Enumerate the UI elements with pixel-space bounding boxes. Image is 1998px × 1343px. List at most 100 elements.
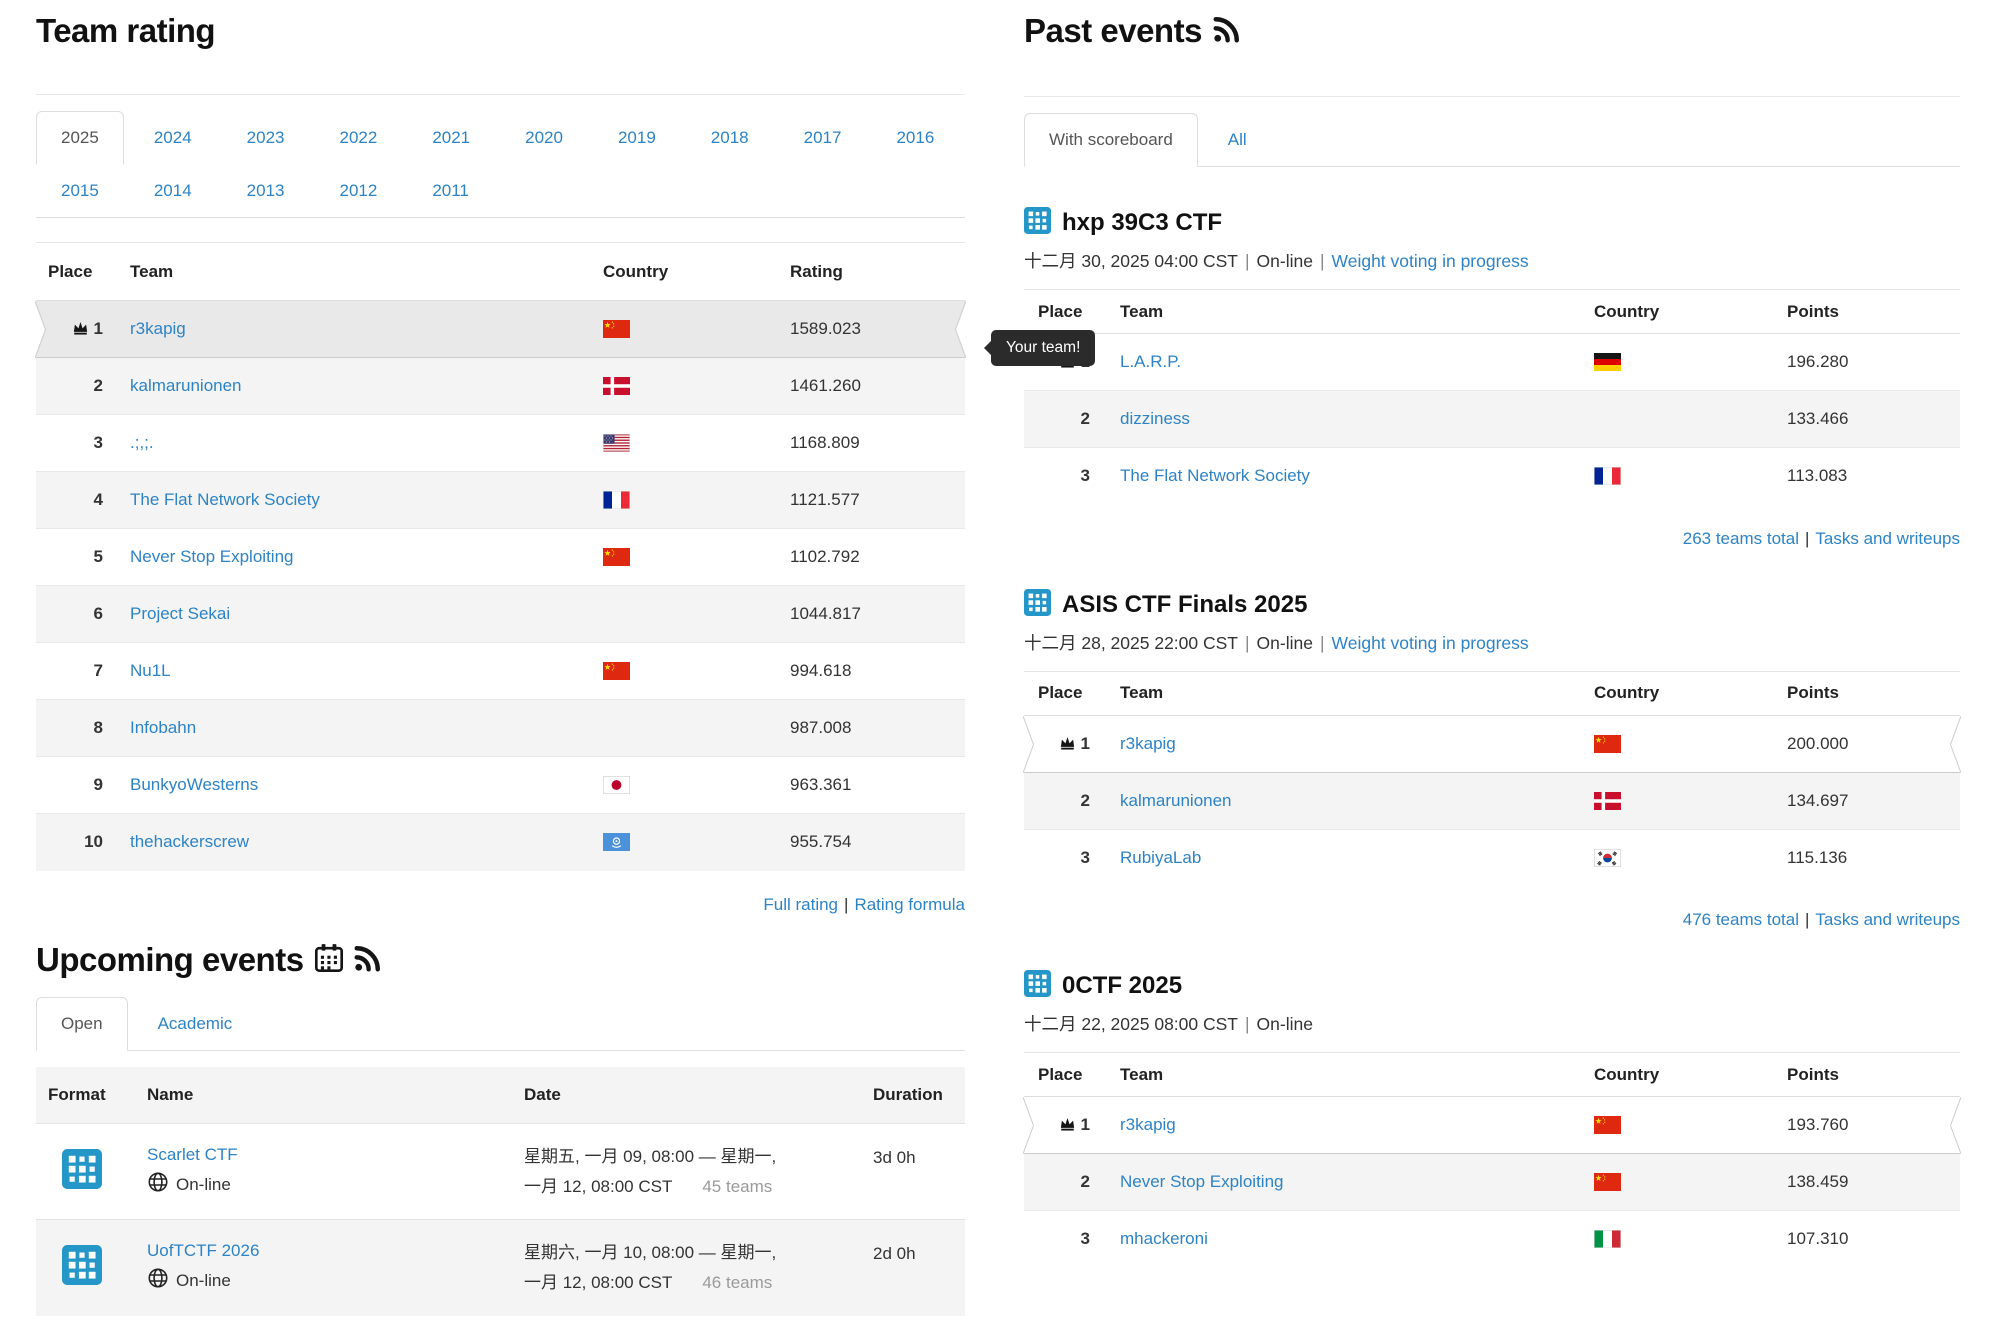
tab-all[interactable]: All — [1203, 113, 1272, 167]
table-row[interactable]: 6 Project Sekai 1044.817 — [36, 586, 965, 643]
table-row[interactable]: 1 r3kapig 1589.023 — [36, 301, 965, 358]
table-row[interactable]: UofTCTF 2026 On-line 星期六, 一月 10, 08:00 —… — [36, 1220, 965, 1316]
event-date: 星期五, 一月 09, 08:00 — 星期一, — [524, 1142, 873, 1172]
team-link[interactable]: The Flat Network Society — [1120, 466, 1310, 485]
col-header-place: Place — [1024, 1053, 1098, 1097]
year-tab-2021[interactable]: 2021 — [407, 111, 495, 165]
table-row[interactable]: 4 The Flat Network Society 1121.577 — [36, 472, 965, 529]
event-title-link[interactable]: ASIS CTF Finals 2025 — [1062, 591, 1307, 619]
globe-icon — [147, 1171, 169, 1198]
team-link[interactable]: thehackerscrew — [130, 832, 249, 851]
year-tab-2013[interactable]: 2013 — [222, 164, 310, 218]
team-link[interactable]: BunkyoWesterns — [130, 775, 258, 794]
col-header-team: Team — [1098, 671, 1588, 715]
event-title-link[interactable]: hxp 39C3 CTF — [1062, 209, 1222, 237]
table-row[interactable]: 2 kalmarunionen 134.697 — [1024, 772, 1960, 829]
country-flag-icon — [1594, 353, 1787, 371]
col-header-rating: Rating — [788, 243, 965, 301]
col-header-team: Team — [1098, 1053, 1588, 1097]
team-link[interactable]: RubiyaLab — [1120, 848, 1201, 867]
year-tab-2019[interactable]: 2019 — [593, 111, 681, 165]
table-row[interactable]: 1 L.A.R.P. 196.280 — [1024, 334, 1960, 391]
table-row[interactable]: Scarlet CTF On-line 星期五, 一月 09, 08:00 — … — [36, 1124, 965, 1220]
table-row[interactable]: 1 r3kapig 193.760 — [1024, 1097, 1960, 1154]
year-tab-2016[interactable]: 2016 — [871, 111, 959, 165]
event-title-link[interactable]: 0CTF 2025 — [1062, 972, 1182, 1000]
team-link[interactable]: Never Stop Exploiting — [1120, 1172, 1283, 1191]
table-row[interactable]: 3 RubiyaLab 115.136 — [1024, 829, 1960, 886]
table-row[interactable]: 3 The Flat Network Society 113.083 — [1024, 448, 1960, 505]
team-link[interactable]: r3kapig — [130, 319, 186, 338]
calendar-icon[interactable] — [314, 943, 344, 981]
weight-voting-link[interactable]: Weight voting in progress — [1332, 633, 1529, 653]
tab-open[interactable]: Open — [36, 997, 128, 1051]
team-link[interactable]: Infobahn — [130, 718, 196, 737]
team-link[interactable]: kalmarunionen — [130, 376, 242, 395]
rating-value: 994.618 — [790, 661, 851, 680]
team-link[interactable]: mhackeroni — [1120, 1229, 1208, 1248]
rss-icon[interactable] — [1212, 14, 1240, 52]
year-tab-2022[interactable]: 2022 — [314, 111, 402, 165]
year-tab-2012[interactable]: 2012 — [314, 164, 402, 218]
year-tab-2015[interactable]: 2015 — [36, 164, 124, 218]
place-number: 1 — [1081, 734, 1090, 754]
team-link[interactable]: kalmarunionen — [1120, 791, 1232, 810]
past-events-label: Past events — [1024, 12, 1202, 49]
rating-value: 963.361 — [790, 775, 851, 794]
table-row[interactable]: 1 r3kapig 200.000 — [1024, 715, 1960, 772]
team-link[interactable]: .;,;. — [130, 433, 154, 452]
team-link[interactable]: Never Stop Exploiting — [130, 547, 293, 566]
table-row[interactable]: 5 Never Stop Exploiting 1102.792 — [36, 529, 965, 586]
event-date: 十二月 30, 2025 04:00 CST — [1024, 251, 1238, 271]
country-flag-icon — [1594, 1230, 1787, 1248]
table-row[interactable]: 3 mhackeroni 107.310 — [1024, 1211, 1960, 1268]
place-number: 2 — [1081, 409, 1090, 429]
table-row[interactable]: 3 .;,;. 1168.809 — [36, 415, 965, 472]
points-value: 196.280 — [1787, 352, 1848, 371]
event-link[interactable]: Scarlet CTF — [147, 1145, 238, 1164]
rating-formula-link[interactable]: Rating formula — [854, 895, 965, 914]
table-row[interactable]: 2 kalmarunionen 1461.260 — [36, 358, 965, 415]
tasks-writeups-link[interactable]: Tasks and writeups — [1815, 910, 1960, 929]
table-row[interactable]: 9 BunkyoWesterns 963.361 — [36, 757, 965, 814]
crown-icon — [72, 319, 94, 339]
year-tab-2011[interactable]: 2011 — [407, 164, 494, 218]
past-events-tabs: With scoreboard All — [1024, 113, 1960, 167]
teams-total-link[interactable]: 476 teams total — [1683, 910, 1799, 929]
place-number: 1 — [94, 319, 103, 339]
table-row[interactable]: 10 thehackerscrew 955.754 — [36, 814, 965, 871]
table-row[interactable]: 2 dizziness 133.466 — [1024, 391, 1960, 448]
team-link[interactable]: Nu1L — [130, 661, 171, 680]
table-row[interactable]: 8 Infobahn 987.008 — [36, 700, 965, 757]
year-tab-2023[interactable]: 2023 — [222, 111, 310, 165]
year-tab-2024[interactable]: 2024 — [129, 111, 217, 165]
rss-icon[interactable] — [353, 943, 381, 981]
country-flag-icon — [1594, 1173, 1787, 1191]
year-tab-2014[interactable]: 2014 — [129, 164, 217, 218]
team-link[interactable]: r3kapig — [1120, 734, 1176, 753]
tasks-writeups-link[interactable]: Tasks and writeups — [1815, 529, 1960, 548]
team-link[interactable]: L.A.R.P. — [1120, 352, 1181, 371]
jeopardy-format-icon — [62, 1245, 102, 1290]
team-link[interactable]: Project Sekai — [130, 604, 230, 623]
full-rating-link[interactable]: Full rating — [763, 895, 838, 914]
table-row[interactable]: 2 Never Stop Exploiting 138.459 — [1024, 1154, 1960, 1211]
upcoming-events-table: Format Name Date Duration Scarlet CTF On… — [36, 1067, 965, 1316]
team-link[interactable]: The Flat Network Society — [130, 490, 320, 509]
tab-with-scoreboard[interactable]: With scoreboard — [1024, 113, 1198, 167]
team-link[interactable]: r3kapig — [1120, 1115, 1176, 1134]
tab-academic[interactable]: Academic — [133, 997, 258, 1051]
year-tab-2018[interactable]: 2018 — [686, 111, 774, 165]
event-link[interactable]: UofTCTF 2026 — [147, 1241, 259, 1260]
place-number: 2 — [94, 376, 103, 396]
upcoming-tabs: Open Academic — [36, 997, 965, 1051]
year-tab-2017[interactable]: 2017 — [779, 111, 867, 165]
table-row[interactable]: 7 Nu1L 994.618 — [36, 643, 965, 700]
globe-icon — [147, 1267, 169, 1294]
year-tab-2025[interactable]: 2025 — [36, 111, 124, 165]
team-link[interactable]: dizziness — [1120, 409, 1190, 428]
separator: | — [1805, 529, 1809, 548]
teams-total-link[interactable]: 263 teams total — [1683, 529, 1799, 548]
weight-voting-link[interactable]: Weight voting in progress — [1332, 251, 1529, 271]
year-tab-2020[interactable]: 2020 — [500, 111, 588, 165]
